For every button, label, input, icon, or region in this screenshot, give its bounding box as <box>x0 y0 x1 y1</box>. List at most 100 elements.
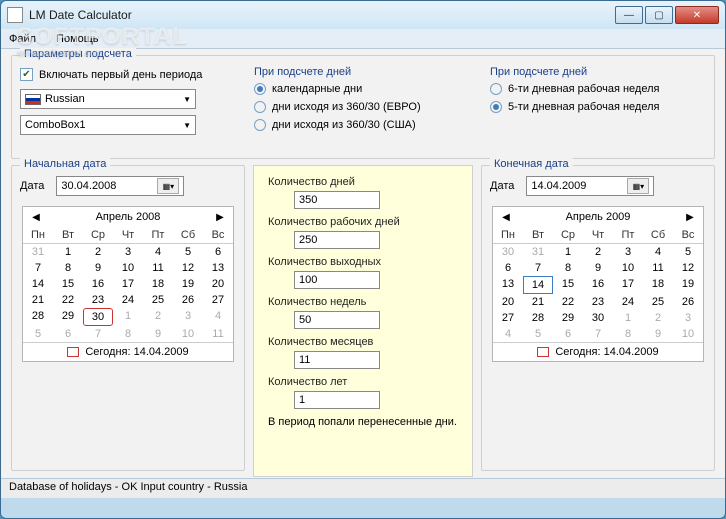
calendar-day[interactable]: 17 <box>613 276 643 294</box>
calendar-day[interactable]: 4 <box>203 308 233 326</box>
language-combo[interactable]: Russian ▼ <box>20 89 196 109</box>
calendar-day[interactable]: 4 <box>493 326 523 342</box>
include-first-day-checkbox[interactable]: ✔ Включать первый день периода <box>20 68 240 81</box>
start-today-link[interactable]: Сегодня: 14.04.2009 <box>23 342 233 361</box>
calendar-dropdown-icon[interactable]: ▦▾ <box>157 178 179 194</box>
months-input[interactable] <box>294 351 380 369</box>
calendar-day[interactable]: 15 <box>53 276 83 292</box>
calendar-day[interactable]: 5 <box>173 244 203 260</box>
calendar-day[interactable]: 19 <box>673 276 703 294</box>
calendar-day[interactable]: 1 <box>553 244 583 260</box>
next-month-button[interactable]: ▶ <box>683 212 697 223</box>
off-days-input[interactable] <box>294 271 380 289</box>
close-button[interactable]: ✕ <box>675 6 719 24</box>
calendar-day[interactable]: 7 <box>83 326 113 342</box>
calendar-day[interactable]: 31 <box>523 244 553 260</box>
calendar-day[interactable]: 12 <box>173 260 203 276</box>
calendar-day[interactable]: 1 <box>613 310 643 326</box>
calendar-day[interactable]: 4 <box>643 244 673 260</box>
calendar-day[interactable]: 11 <box>143 260 173 276</box>
calendar-day[interactable]: 20 <box>493 294 523 310</box>
menu-file[interactable]: Файл <box>5 31 40 47</box>
calendar-day[interactable]: 26 <box>673 294 703 310</box>
calendar-day[interactable]: 28 <box>23 308 53 326</box>
calendar-day[interactable]: 30 <box>83 308 113 326</box>
calendar-day[interactable]: 9 <box>83 260 113 276</box>
calendar-day[interactable]: 10 <box>113 260 143 276</box>
calendar-day[interactable]: 11 <box>643 260 673 276</box>
calendar-day[interactable]: 28 <box>523 310 553 326</box>
calendar-day[interactable]: 10 <box>613 260 643 276</box>
calendar-day[interactable]: 4 <box>143 244 173 260</box>
calendar-day[interactable]: 14 <box>23 276 53 292</box>
calendar-day[interactable]: 30 <box>583 310 613 326</box>
calendar-day[interactable]: 3 <box>673 310 703 326</box>
calendar-day[interactable]: 5 <box>673 244 703 260</box>
calendar-day[interactable]: 31 <box>23 244 53 260</box>
calendar-day[interactable]: 9 <box>583 260 613 276</box>
calendar-day[interactable]: 2 <box>143 308 173 326</box>
days-input[interactable] <box>294 191 380 209</box>
prev-month-button[interactable]: ◀ <box>29 212 43 223</box>
calendar-day[interactable]: 21 <box>523 294 553 310</box>
end-date-input[interactable]: 14.04.2009 ▦▾ <box>526 176 654 196</box>
calendar-day[interactable]: 2 <box>643 310 673 326</box>
next-month-button[interactable]: ▶ <box>213 212 227 223</box>
calendar-day[interactable]: 14 <box>523 276 553 294</box>
years-input[interactable] <box>294 391 380 409</box>
calendar-day[interactable]: 26 <box>173 292 203 308</box>
end-cal-title[interactable]: Апрель 2009 <box>566 211 631 223</box>
calendar-day[interactable]: 6 <box>493 260 523 276</box>
calendar-day[interactable]: 20 <box>203 276 233 292</box>
radio-360-euro[interactable]: дни исходя из 360/30 (ЕВРО) <box>254 101 476 113</box>
start-cal-title[interactable]: Апрель 2008 <box>96 211 161 223</box>
calendar-day[interactable]: 2 <box>83 244 113 260</box>
work-days-input[interactable] <box>294 231 380 249</box>
calendar-day[interactable]: 24 <box>613 294 643 310</box>
calendar-day[interactable]: 7 <box>583 326 613 342</box>
calendar-day[interactable]: 6 <box>553 326 583 342</box>
calendar-day[interactable]: 18 <box>143 276 173 292</box>
calendar-day[interactable]: 1 <box>53 244 83 260</box>
calendar-day[interactable]: 16 <box>83 276 113 292</box>
calendar-day[interactable]: 19 <box>173 276 203 292</box>
calendar-day[interactable]: 27 <box>203 292 233 308</box>
menu-help[interactable]: Помощь <box>52 31 103 47</box>
calendar-day[interactable]: 17 <box>113 276 143 292</box>
radio-5day-week[interactable]: 5-ти дневная рабочая неделя <box>490 101 706 113</box>
calendar-day[interactable]: 21 <box>23 292 53 308</box>
calendar-day[interactable]: 12 <box>673 260 703 276</box>
calendar-day[interactable]: 3 <box>613 244 643 260</box>
calendar-day[interactable]: 24 <box>113 292 143 308</box>
calendar-day[interactable]: 15 <box>553 276 583 294</box>
calendar-day[interactable]: 10 <box>673 326 703 342</box>
calendar-day[interactable]: 13 <box>493 276 523 294</box>
calendar-day[interactable]: 25 <box>143 292 173 308</box>
calendar-dropdown-icon[interactable]: ▦▾ <box>627 178 649 194</box>
maximize-button[interactable]: ▢ <box>645 6 673 24</box>
radio-calendar-days[interactable]: календарные дни <box>254 83 476 95</box>
calendar-day[interactable]: 23 <box>83 292 113 308</box>
calendar-day[interactable]: 9 <box>643 326 673 342</box>
calendar-day[interactable]: 5 <box>523 326 553 342</box>
calendar-day[interactable]: 7 <box>23 260 53 276</box>
calendar-day[interactable]: 9 <box>143 326 173 342</box>
calendar-day[interactable]: 8 <box>113 326 143 342</box>
weeks-input[interactable] <box>294 311 380 329</box>
calendar-day[interactable]: 22 <box>53 292 83 308</box>
calendar-day[interactable]: 2 <box>583 244 613 260</box>
calendar-day[interactable]: 8 <box>613 326 643 342</box>
calendar-day[interactable]: 1 <box>113 308 143 326</box>
calendar-day[interactable]: 6 <box>53 326 83 342</box>
calendar-day[interactable]: 8 <box>553 260 583 276</box>
calendar-day[interactable]: 27 <box>493 310 523 326</box>
calendar-day[interactable]: 29 <box>53 308 83 326</box>
radio-360-usa[interactable]: дни исходя из 360/30 (США) <box>254 119 476 131</box>
radio-6day-week[interactable]: 6-ти дневная рабочая неделя <box>490 83 706 95</box>
calendar-day[interactable]: 18 <box>643 276 673 294</box>
calendar-day[interactable]: 6 <box>203 244 233 260</box>
prev-month-button[interactable]: ◀ <box>499 212 513 223</box>
combo2[interactable]: ComboBox1 ▼ <box>20 115 196 135</box>
calendar-day[interactable]: 3 <box>173 308 203 326</box>
calendar-day[interactable]: 3 <box>113 244 143 260</box>
